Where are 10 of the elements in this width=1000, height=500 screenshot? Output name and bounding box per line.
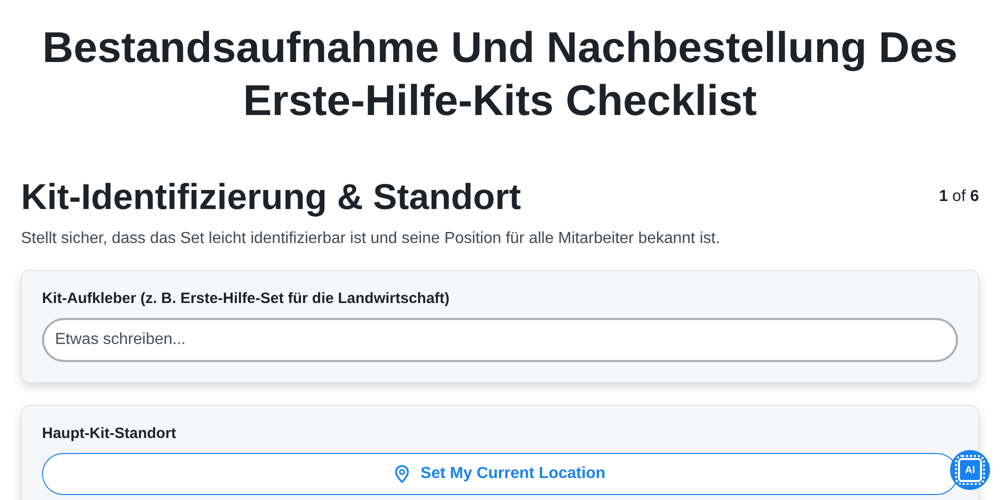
map-pin-icon bbox=[394, 465, 409, 483]
section-heading: Kit-Identifizierung & Standort bbox=[21, 176, 521, 218]
text-field[interactable]: Etwas schreiben... bbox=[42, 318, 958, 362]
field-label: Kit-Aufkleber (z. B. Erste-Hilfe-Set für die Landwirtschaft) bbox=[42, 290, 450, 307]
field-label: Haupt-Kit-Standort bbox=[42, 425, 176, 442]
ai-assistant-button[interactable]: AI bbox=[950, 450, 990, 490]
page-title: Bestandsaufnahme Und Nachbestellung Des Erste-Hilfe-Kits Checklist bbox=[41, 23, 959, 127]
section-description: Stellt sicher, dass das Set leicht identifizierbar ist und seine Position für alle Mitarbeiter bekannt ist. bbox=[21, 230, 722, 248]
step-counter: 1 of 6 bbox=[938, 188, 979, 206]
location-button[interactable]: Set My Current Location bbox=[42, 453, 958, 495]
